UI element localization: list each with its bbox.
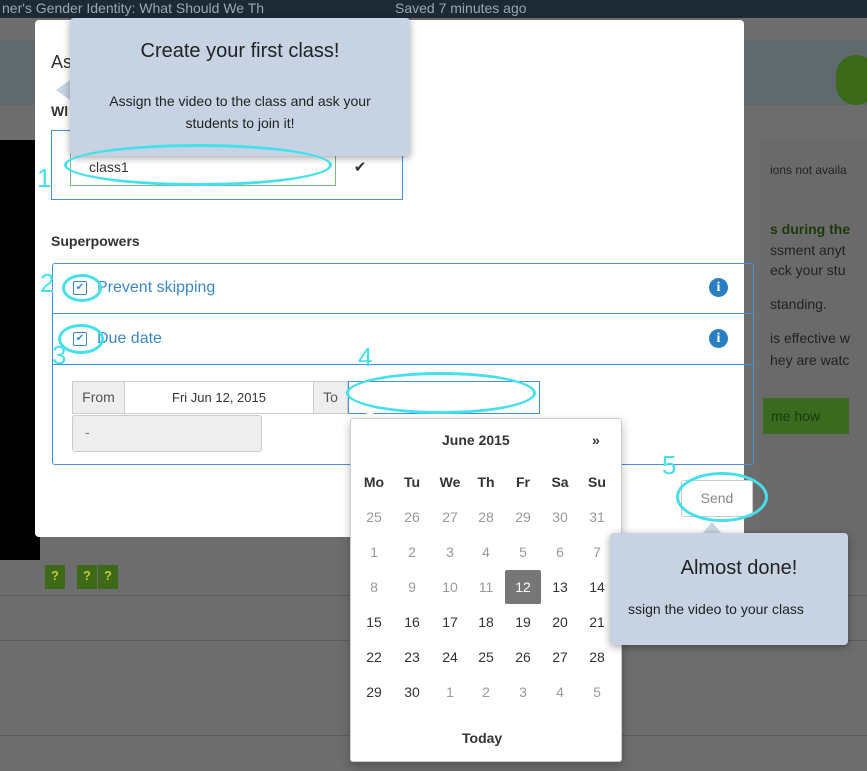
datepicker-month-title[interactable]: June 2015 [442,432,510,448]
question-marker-icon: ? [45,565,65,589]
weekday-header: Mo [363,474,385,490]
calendar-day[interactable]: 28 [467,507,505,527]
calendar-day[interactable]: 18 [467,612,505,632]
calendar-day[interactable]: 25 [467,647,505,667]
tooltip-arrow [56,80,70,100]
weekday-header: Fr [516,474,530,490]
modal-title: As [51,52,73,72]
annotation-number: 2 [40,268,55,298]
superpower-label[interactable]: Due date [97,330,162,348]
calendar-day[interactable]: 28 [578,647,616,667]
calendar-day[interactable]: 5 [578,682,616,702]
annotation-ellipse [62,274,102,302]
calendar-day[interactable]: 3 [504,682,542,702]
calendar-day[interactable]: 27 [541,647,579,667]
calendar-day[interactable]: 25 [355,507,393,527]
weekday-header: We [439,474,461,490]
weekday-header: Sa [551,474,569,490]
class-section-label: Wl [51,103,69,119]
calendar-day[interactable]: 20 [541,612,579,632]
calendar-day[interactable]: 6 [541,542,579,562]
question-marker-icon: ? [77,565,97,589]
video-title: ner's Gender Identity: What Should We Th [2,0,265,16]
from-addon: From [72,381,125,414]
superpower-label[interactable]: Prevent skipping [97,279,215,297]
calendar-day[interactable]: 5 [504,542,542,562]
calendar-day[interactable]: 29 [504,507,542,527]
bg-text-line: standing. [770,296,827,312]
calendar-day[interactable]: 2 [393,542,431,562]
video-player-area [0,140,40,560]
calendar-day[interactable]: 1 [431,682,469,702]
annotation-ellipse [676,472,768,522]
calendar-day[interactable]: 4 [467,542,505,562]
superpower-due-date[interactable]: ✔ Due date i [53,315,753,365]
annotation-ellipse [346,372,536,414]
bg-text-line: ions not availa [770,163,847,177]
to-addon: To [314,381,348,414]
tooltip-heading: Almost done! [680,557,798,579]
checkmark-icon: ✔ [353,159,367,176]
bg-text-line: ssment anyt [770,242,846,258]
tooltip-body: ssign the video to your class [628,601,804,617]
weekday-header: Th [477,474,495,490]
from-date-input[interactable]: Fri Jun 12, 2015 [125,381,314,414]
question-marker-icon: ? [98,565,118,589]
tooltip-heading: Create your first class! [140,40,340,62]
today-button[interactable]: Today [462,730,502,746]
top-bar: ner's Gender Identity: What Should We Th… [0,0,867,18]
create-class-tooltip: Create your first class! Assign the vide… [70,18,410,156]
tooltip-body: Assign the video to the class and ask yo… [109,93,371,131]
calendar-day[interactable]: 3 [431,542,469,562]
almost-done-tooltip: Almost done! ssign the video to your cla… [610,533,848,645]
calendar-day[interactable]: 10 [431,577,469,597]
calendar-day[interactable]: 29 [355,682,393,702]
calendar-day[interactable]: 15 [355,612,393,632]
calendar-day[interactable]: 31 [578,507,616,527]
weekday-header: Tu [403,474,421,490]
calendar-day[interactable]: 1 [355,542,393,562]
calendar-day[interactable]: 19 [504,612,542,632]
calendar-day[interactable]: 11 [467,577,505,597]
calendar-day[interactable]: 22 [355,647,393,667]
bg-text-line: s during the [770,221,851,237]
calendar-day[interactable]: 16 [393,612,431,632]
datepicker-caret [362,410,378,418]
calendar-day[interactable]: 30 [393,682,431,702]
calendar-day[interactable]: 24 [431,647,469,667]
calendar-day[interactable]: 26 [393,507,431,527]
annotation-number: 1 [37,163,52,193]
calendar-day[interactable]: 8 [355,577,393,597]
calendar-day[interactable]: 27 [431,507,469,527]
calendar-day[interactable]: 9 [393,577,431,597]
background-right-panel [760,140,867,560]
next-month-button[interactable]: » [592,432,600,448]
calendar-day[interactable]: 26 [504,647,542,667]
superpower-prevent-skipping[interactable]: ✔ Prevent skipping i [53,264,753,314]
calendar-day[interactable]: 4 [541,682,579,702]
annotation-number: 5 [662,450,677,480]
annotation-ellipse [64,144,332,186]
calendar-day[interactable]: 12 [505,570,541,604]
bg-text-line: eck your stu [770,262,846,278]
duration-field: - [72,415,262,452]
info-icon[interactable]: i [709,329,728,348]
help-circle-icon [836,55,867,105]
bg-text-line: hey are watc [770,352,850,368]
calendar-day[interactable]: 2 [467,682,505,702]
superpowers-label: Superpowers [51,233,140,249]
calendar-day[interactable]: 17 [431,612,469,632]
annotation-number: 3 [52,340,67,370]
bg-text-line: is effective w [770,330,850,346]
show-me-how-button: me how [763,398,849,434]
save-status: Saved 7 minutes ago [395,0,527,16]
calendar-day[interactable]: 23 [393,647,431,667]
weekday-header: Su [588,474,606,490]
calendar-day[interactable]: 30 [541,507,579,527]
info-icon[interactable]: i [709,278,728,297]
calendar-day[interactable]: 13 [541,577,579,597]
annotation-number: 4 [358,342,373,372]
